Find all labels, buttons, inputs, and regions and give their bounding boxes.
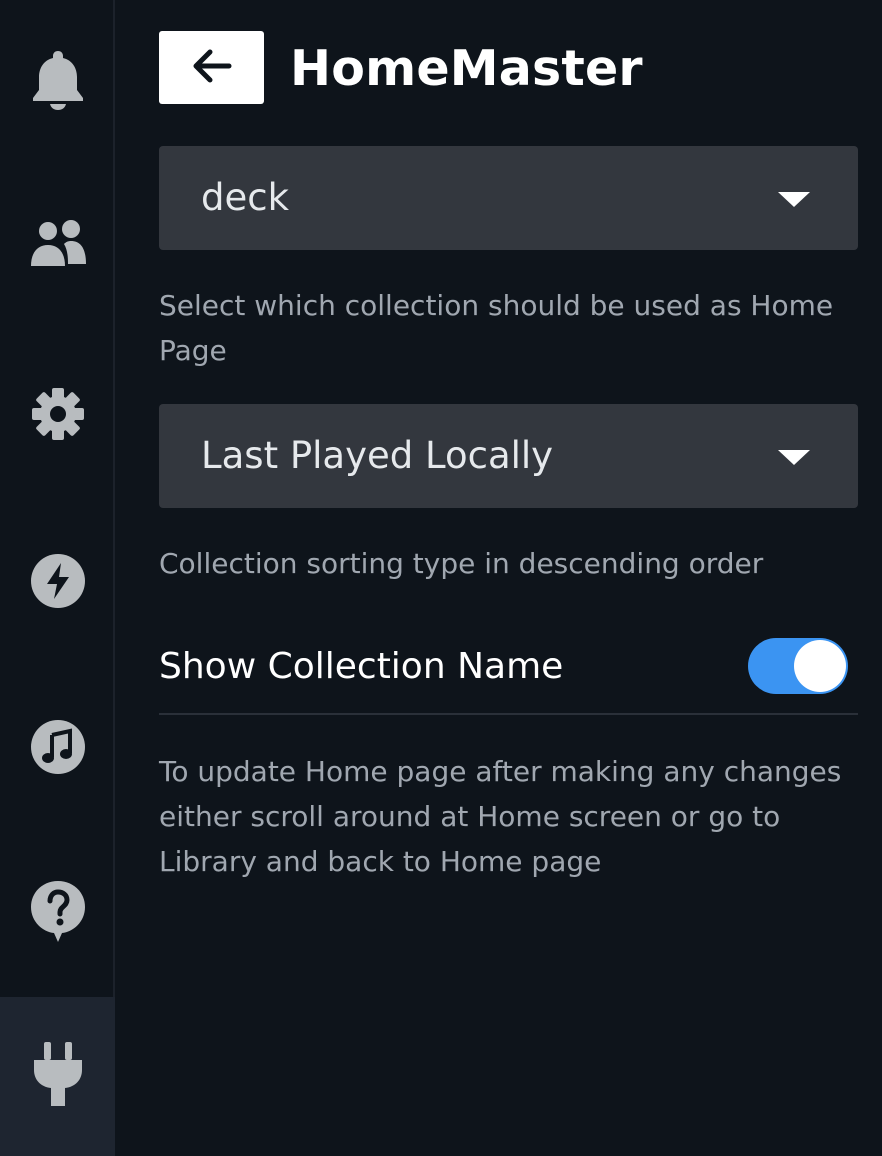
lightning-icon bbox=[30, 553, 86, 609]
sidebar-item-help[interactable] bbox=[0, 872, 115, 952]
back-button[interactable] bbox=[159, 31, 264, 104]
sidebar-item-notifications[interactable] bbox=[0, 40, 115, 120]
sidebar-item-plugins[interactable] bbox=[0, 997, 115, 1156]
show-collection-name-toggle[interactable] bbox=[748, 638, 848, 694]
arrow-left-icon bbox=[192, 49, 232, 87]
caret-down-icon bbox=[778, 450, 810, 465]
gear-icon bbox=[30, 386, 86, 442]
sidebar-item-quick-access[interactable] bbox=[0, 541, 115, 621]
sorting-description: Collection sorting type in descending or… bbox=[159, 547, 764, 580]
caret-down-icon bbox=[778, 192, 810, 207]
sorting-dropdown-value: Last Played Locally bbox=[201, 434, 554, 477]
plug-icon bbox=[32, 1042, 84, 1108]
plugin-panel: HomeMaster deck Select which collection … bbox=[115, 0, 882, 1156]
page-title: HomeMaster bbox=[290, 40, 643, 97]
sorting-dropdown[interactable]: Last Played Locally bbox=[159, 404, 858, 508]
bell-icon bbox=[32, 49, 84, 111]
show-collection-name-row: Show Collection Name bbox=[159, 620, 858, 715]
sidebar-item-friends[interactable] bbox=[0, 205, 115, 285]
collection-dropdown-value: deck bbox=[201, 176, 290, 219]
friends-icon bbox=[28, 220, 88, 270]
show-collection-name-label: Show Collection Name bbox=[159, 646, 564, 687]
music-icon bbox=[30, 719, 86, 775]
sidebar-item-music[interactable] bbox=[0, 707, 115, 787]
help-icon bbox=[30, 880, 86, 944]
sidebar bbox=[0, 0, 115, 1156]
collection-description: Select which collection should be used a… bbox=[159, 289, 834, 367]
sidebar-item-settings[interactable] bbox=[0, 374, 115, 454]
collection-dropdown[interactable]: deck bbox=[159, 146, 858, 250]
toggle-knob bbox=[794, 640, 846, 692]
sidebar-item-plugins-icon-wrap bbox=[0, 1035, 115, 1115]
update-note: To update Home page after making any cha… bbox=[159, 755, 842, 878]
